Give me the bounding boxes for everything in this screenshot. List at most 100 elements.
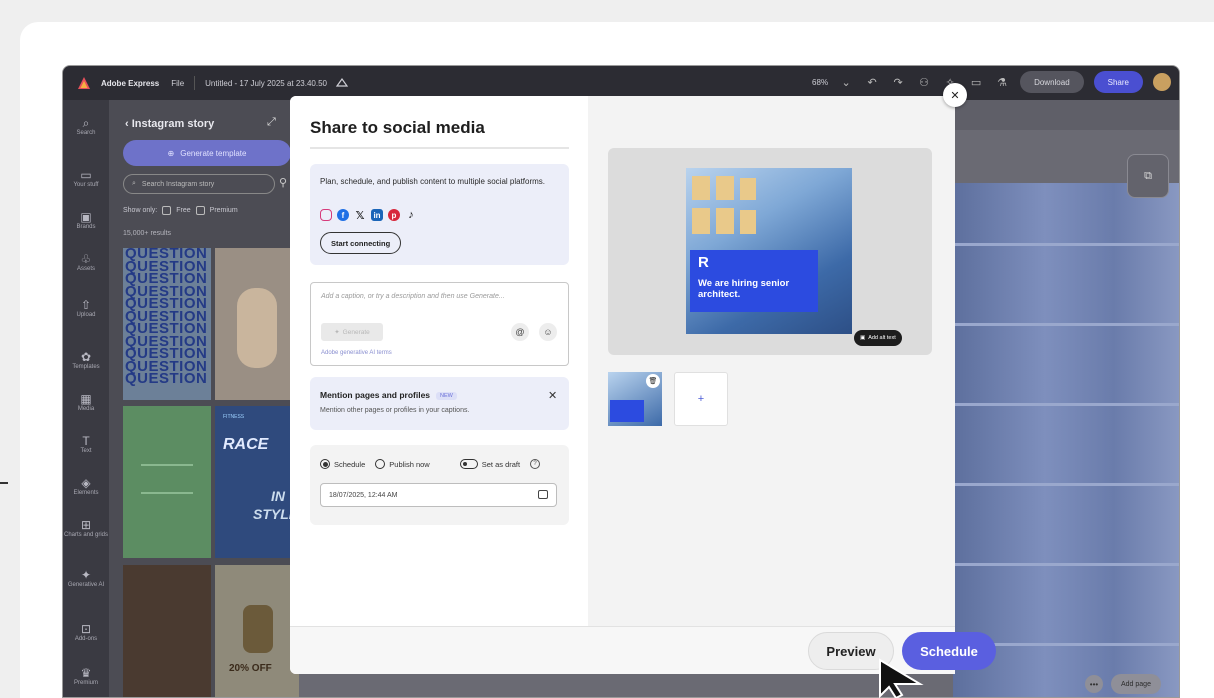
collaborators-icon[interactable]: ⚇ bbox=[916, 74, 932, 90]
panel-title[interactable]: ‹ Instagram story bbox=[125, 118, 214, 130]
add-alt-text-button[interactable]: ▣ Add alt text bbox=[854, 330, 902, 346]
rail-item-add-ons[interactable]: ⊡ Add-ons bbox=[63, 622, 109, 642]
flask-icon[interactable]: ⚗ bbox=[994, 74, 1010, 90]
building-window bbox=[740, 178, 756, 200]
template-thumbnail[interactable] bbox=[215, 248, 301, 400]
canvas-page[interactable] bbox=[953, 183, 1179, 697]
templates-icon: ✿ bbox=[80, 350, 92, 364]
publish-now-radio[interactable] bbox=[375, 459, 386, 469]
panel-title-text: Instagram story bbox=[131, 118, 215, 130]
rail-item-brands[interactable]: ▣ Brands bbox=[63, 210, 109, 230]
free-checkbox[interactable] bbox=[162, 206, 172, 215]
help-icon[interactable]: ? bbox=[530, 459, 541, 469]
template-search-input[interactable]: ⌕ Search Instagram story bbox=[123, 174, 275, 194]
rail-item-search[interactable]: ⌕ Search bbox=[63, 116, 109, 136]
rail-label: Generative AI bbox=[67, 582, 105, 588]
add-page-thumbnail-button[interactable]: + bbox=[674, 372, 728, 426]
rail-item-charts[interactable]: ⊞ Charts and grids bbox=[63, 518, 109, 538]
add-alt-text-label: Add alt text bbox=[868, 335, 896, 341]
rail-item-elements[interactable]: ◈ Elements bbox=[63, 476, 109, 496]
undo-icon[interactable]: ↶ bbox=[864, 74, 880, 90]
edge-dash bbox=[0, 482, 8, 484]
redo-icon[interactable]: ↷ bbox=[890, 74, 906, 90]
rail-item-templates[interactable]: ✿ Templates bbox=[63, 350, 109, 370]
selected-page-thumbnail[interactable]: 🗑 bbox=[608, 372, 662, 426]
results-count: 15,000+ results bbox=[123, 230, 172, 237]
rail-label: Templates bbox=[72, 364, 100, 370]
close-dialog-button[interactable]: ✕ bbox=[943, 83, 967, 107]
top-bar: Adobe Express File Untitled - 17 July 20… bbox=[63, 66, 1179, 100]
start-connecting-button[interactable]: Start connecting bbox=[320, 232, 402, 254]
document-title[interactable]: Untitled - 17 July 2025 at 23.40.50 bbox=[205, 79, 327, 88]
template-text: QUESTION bbox=[125, 370, 208, 387]
template-text: IN bbox=[271, 488, 285, 504]
template-thumbnail[interactable] bbox=[123, 406, 211, 558]
connect-description: Plan, schedule, and publish content to m… bbox=[320, 177, 546, 186]
new-badge: NEW bbox=[436, 391, 457, 400]
dialog-form-column: Share to social media Plan, schedule, an… bbox=[290, 96, 588, 626]
thumbnail-badge bbox=[610, 400, 644, 422]
generate-caption-button[interactable]: ✦ Generate bbox=[321, 323, 383, 341]
sparkle-icon: ⊕ bbox=[167, 148, 175, 158]
add-page-button[interactable]: Add page bbox=[1111, 674, 1161, 694]
chevron-down-icon[interactable]: ⌄ bbox=[838, 74, 854, 90]
trash-icon[interactable]: 🗑 bbox=[646, 374, 660, 388]
cloud-sync-icon bbox=[335, 77, 349, 87]
schedule-options: Schedule Publish now Set as draft ? 18/0… bbox=[310, 445, 569, 525]
close-icon[interactable]: ✕ bbox=[548, 389, 557, 402]
emoji-icon[interactable]: ☺ bbox=[539, 323, 557, 341]
text-icon: T bbox=[82, 434, 90, 448]
rail-item-upload[interactable]: ⇧ Upload bbox=[63, 298, 109, 318]
show-only-filter: Show only: Free Premium bbox=[123, 206, 238, 215]
topbar-divider bbox=[194, 76, 196, 90]
avatar[interactable] bbox=[1153, 73, 1171, 91]
rail-item-generative-ai[interactable]: ✦ Generative AI bbox=[63, 568, 109, 588]
rail-item-premium[interactable]: ♛ Premium bbox=[63, 666, 109, 686]
template-thumbnail[interactable] bbox=[123, 565, 211, 697]
rail-label: Text bbox=[80, 448, 92, 454]
rail-item-assets[interactable]: ♧ Assets bbox=[63, 252, 109, 272]
calendar-icon[interactable] bbox=[538, 490, 548, 499]
post-logo-letter: R bbox=[698, 254, 709, 271]
building-window bbox=[692, 176, 710, 200]
share-button[interactable]: Share bbox=[1093, 71, 1143, 93]
layers-icon: ⧉ bbox=[1144, 169, 1152, 182]
template-thumbnail[interactable]: FITNESS RACE IN STYLE bbox=[215, 406, 301, 558]
mention-at-icon[interactable]: @ bbox=[511, 323, 529, 341]
comment-icon[interactable]: ▭ bbox=[968, 74, 984, 90]
brand-icon: ▣ bbox=[80, 210, 92, 224]
page-tool-button[interactable]: ⧉ bbox=[1127, 154, 1169, 198]
more-options-button[interactable]: ••• bbox=[1085, 675, 1103, 693]
post-headline: We are hiring senior architect. bbox=[698, 278, 790, 300]
download-button[interactable]: Download bbox=[1020, 71, 1084, 93]
set-as-draft-toggle[interactable] bbox=[459, 459, 478, 469]
schedule-date-input[interactable]: 18/07/2025, 12:44 AM bbox=[320, 483, 557, 507]
filter-icon[interactable]: ⚲ bbox=[279, 176, 287, 189]
rail-label: Add-ons bbox=[74, 636, 98, 642]
adobe-express-logo-icon bbox=[78, 77, 90, 89]
expand-icon[interactable]: ⤢ bbox=[267, 116, 276, 129]
generate-template-button[interactable]: ⊕ Generate template bbox=[123, 140, 291, 166]
search-icon: ⌕ bbox=[132, 180, 136, 187]
share-to-social-dialog: Share to social media Plan, schedule, an… bbox=[290, 96, 955, 674]
set-as-draft-label: Set as draft bbox=[481, 459, 521, 469]
ai-terms-link[interactable]: Adobe generative AI terms bbox=[321, 350, 392, 356]
template-thumbnail[interactable]: 20% OFF bbox=[215, 565, 301, 697]
premium-checkbox[interactable] bbox=[195, 206, 205, 215]
rail-item-your-stuff[interactable]: ▭ Your stuff bbox=[63, 168, 109, 188]
building-window bbox=[716, 208, 734, 234]
zoom-level[interactable]: 68% bbox=[812, 78, 828, 87]
post-hiring-badge: R We are hiring senior architect. bbox=[690, 250, 818, 312]
template-thumbnail[interactable]: QUESTION QUESTION QUESTION QUESTION QUES… bbox=[123, 248, 211, 400]
rail-item-text[interactable]: T Text bbox=[63, 434, 109, 454]
file-menu[interactable]: File bbox=[171, 79, 184, 88]
title-divider bbox=[310, 147, 569, 149]
caption-input[interactable]: Add a caption, or try a description and … bbox=[310, 282, 569, 366]
rail-label: Charts and grids bbox=[63, 532, 109, 538]
rail-item-media[interactable]: ▦ Media bbox=[63, 392, 109, 412]
topbar-actions: 68% ⌄ ↶ ↷ ⚇ ✧ ▭ ⚗ Download Share bbox=[812, 71, 1171, 93]
template-text: RACE bbox=[223, 436, 269, 453]
rail-label: Assets bbox=[76, 266, 95, 272]
schedule-radio[interactable] bbox=[320, 459, 330, 469]
backpack-graphic bbox=[243, 605, 273, 653]
